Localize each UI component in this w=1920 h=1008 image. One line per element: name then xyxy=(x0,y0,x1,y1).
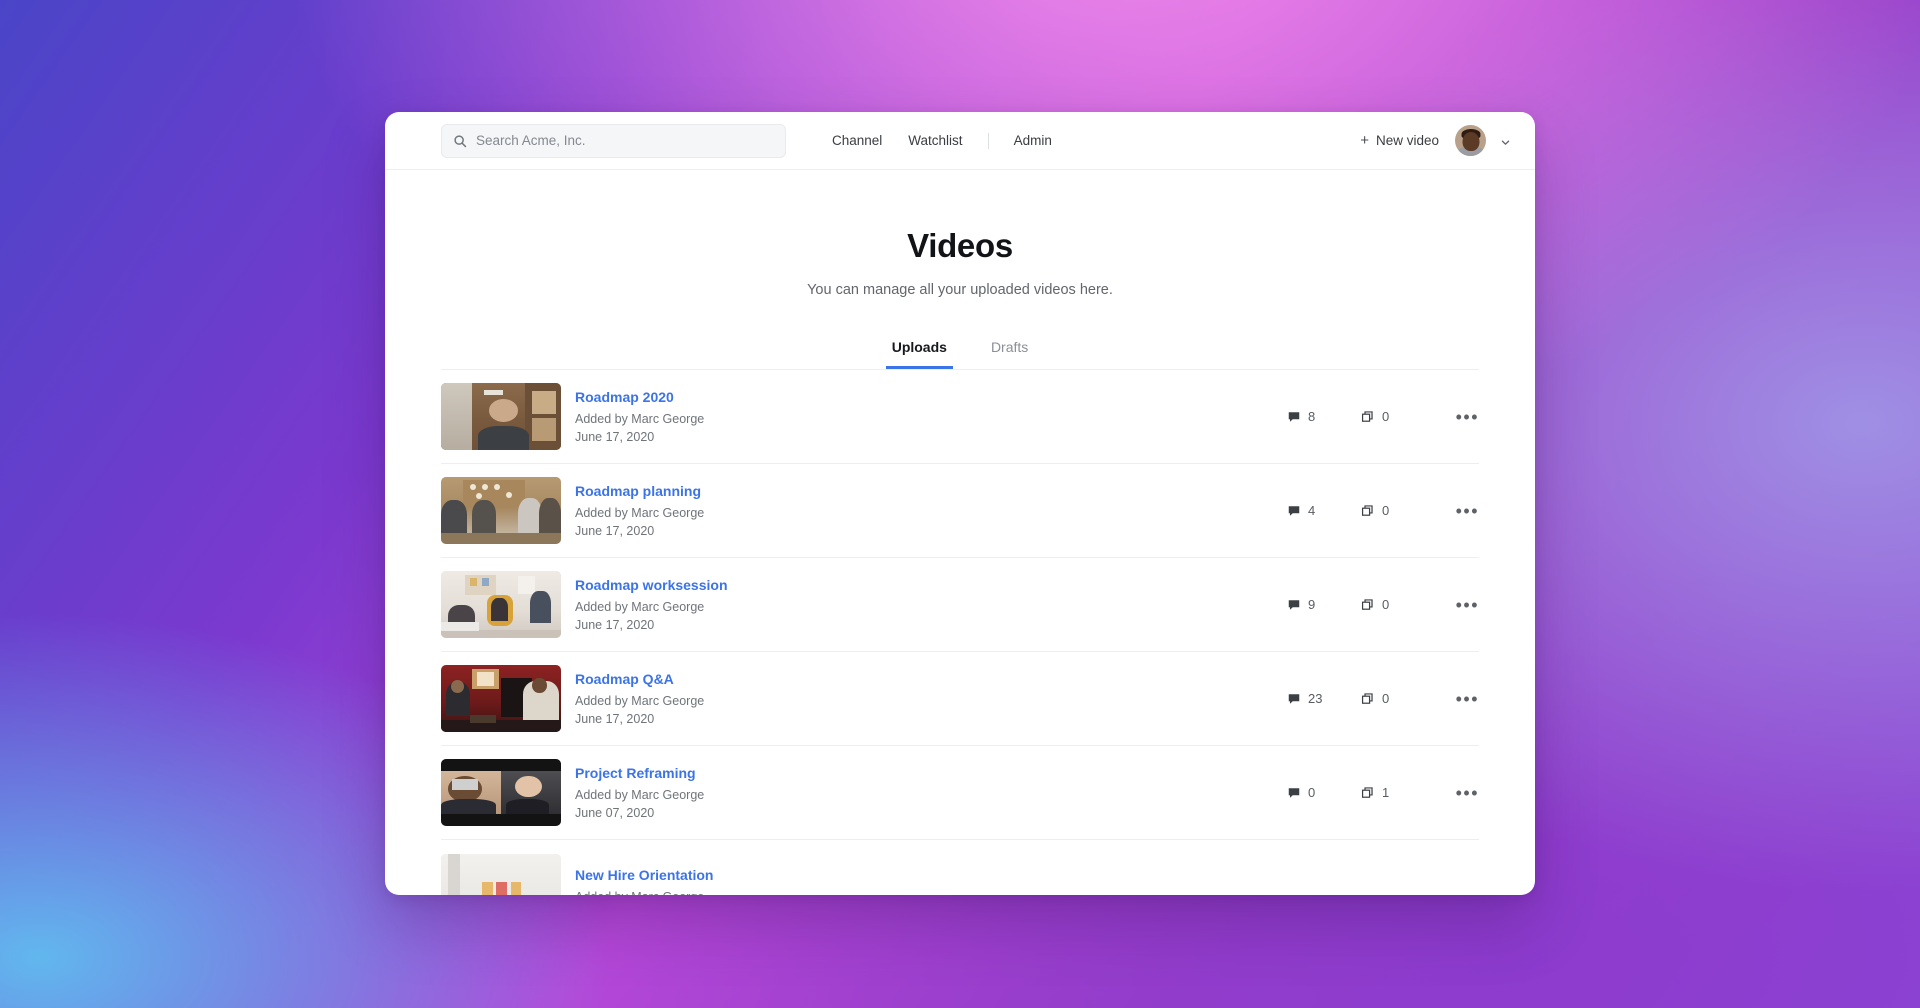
video-added-by: Added by Marc George xyxy=(575,694,705,708)
video-thumbnail[interactable] xyxy=(441,383,561,450)
copies-count: 0 xyxy=(1361,503,1435,518)
top-bar-right-group: + New video xyxy=(1358,125,1511,156)
copies-icon xyxy=(1361,504,1373,516)
video-meta: New Hire Orientation Added by Marc Georg… xyxy=(575,867,1287,896)
comment-count: 4 xyxy=(1287,503,1361,518)
copies-count-value: 0 xyxy=(1382,597,1390,612)
comment-count-value: 9 xyxy=(1308,597,1316,612)
comment-count: 9 xyxy=(1287,597,1361,612)
video-added-by: Added by Marc George xyxy=(575,412,705,426)
primary-nav: Channel Watchlist Admin xyxy=(819,127,1065,154)
row-more-menu-button[interactable]: ••• xyxy=(1435,408,1479,426)
video-added-by: Added by Marc George xyxy=(575,890,1287,896)
row-more-menu-button[interactable]: ••• xyxy=(1435,784,1479,802)
copies-count: 0 xyxy=(1361,597,1435,612)
new-video-button[interactable]: + New video xyxy=(1358,129,1441,152)
app-window: Channel Watchlist Admin + New video xyxy=(385,112,1535,895)
comment-count-value: 0 xyxy=(1308,785,1316,800)
video-date: June 17, 2020 xyxy=(575,524,655,538)
copies-icon xyxy=(1361,410,1373,422)
video-meta: Roadmap planning Added by Marc George Ju… xyxy=(575,483,1287,538)
table-row[interactable]: Roadmap planning Added by Marc George Ju… xyxy=(441,464,1479,558)
tab-bar: Uploads Drafts xyxy=(385,336,1535,369)
video-title-link[interactable]: New Hire Orientation xyxy=(575,867,713,883)
video-stats: 0 1 ••• xyxy=(1287,784,1479,802)
nav-item-watchlist[interactable]: Watchlist xyxy=(895,127,975,154)
video-thumbnail[interactable] xyxy=(441,571,561,638)
video-date: June 17, 2020 xyxy=(575,712,655,726)
copies-count-value: 0 xyxy=(1382,409,1390,424)
avatar-face xyxy=(1462,131,1479,151)
page-title: Videos xyxy=(907,227,1013,264)
avatar[interactable] xyxy=(1455,125,1486,156)
video-thumbnail[interactable] xyxy=(441,665,561,732)
video-date: June 07, 2020 xyxy=(575,806,655,820)
video-stats: 9 0 ••• xyxy=(1287,596,1479,614)
page-subtitle: You can manage all your uploaded videos … xyxy=(807,282,1113,298)
row-more-menu-button[interactable]: ••• xyxy=(1435,690,1479,708)
copies-icon xyxy=(1361,692,1373,704)
video-title-link[interactable]: Project Reframing xyxy=(575,765,696,781)
copies-count: 0 xyxy=(1361,409,1435,424)
copies-icon xyxy=(1361,598,1373,610)
video-added-by: Added by Marc George xyxy=(575,788,705,802)
row-more-menu-button[interactable]: ••• xyxy=(1435,502,1479,520)
copies-count: 1 xyxy=(1361,785,1435,800)
video-stats: 4 0 ••• xyxy=(1287,502,1479,520)
video-meta: Roadmap 2020 Added by Marc George June 1… xyxy=(575,389,1287,444)
video-added-by: Added by Marc George xyxy=(575,600,705,614)
tab-uploads[interactable]: Uploads xyxy=(885,336,953,369)
video-thumbnail[interactable] xyxy=(441,477,561,544)
search-icon xyxy=(453,134,467,148)
nav-item-channel[interactable]: Channel xyxy=(819,127,895,154)
video-meta: Roadmap worksession Added by Marc George… xyxy=(575,577,1287,632)
copies-count-value: 0 xyxy=(1382,691,1390,706)
copies-count: 0 xyxy=(1361,691,1435,706)
row-more-menu-button[interactable]: ••• xyxy=(1435,596,1479,614)
table-row[interactable]: Roadmap Q&A Added by Marc George June 17… xyxy=(441,652,1479,746)
chevron-down-icon[interactable] xyxy=(1500,135,1511,146)
comment-count: 0 xyxy=(1287,785,1361,800)
video-title-link[interactable]: Roadmap Q&A xyxy=(575,671,674,687)
video-title-link[interactable]: Roadmap planning xyxy=(575,483,701,499)
video-stats: 8 0 ••• xyxy=(1287,408,1479,426)
comment-icon xyxy=(1288,505,1300,516)
comment-icon xyxy=(1288,411,1300,422)
video-meta: Project Reframing Added by Marc George J… xyxy=(575,765,1287,820)
video-list: Roadmap 2020 Added by Marc George June 1… xyxy=(441,369,1479,895)
video-title-link[interactable]: Roadmap worksession xyxy=(575,577,728,593)
comment-icon xyxy=(1288,693,1300,704)
search-box[interactable] xyxy=(441,123,786,158)
comment-count: 8 xyxy=(1287,409,1361,424)
video-date: June 17, 2020 xyxy=(575,618,655,632)
table-row[interactable]: Roadmap worksession Added by Marc George… xyxy=(441,558,1479,652)
copies-count-value: 0 xyxy=(1382,503,1390,518)
new-video-label: New video xyxy=(1375,133,1439,148)
comment-count: 23 xyxy=(1287,691,1361,706)
video-meta: Roadmap Q&A Added by Marc George June 17… xyxy=(575,671,1287,726)
table-row[interactable]: Project Reframing Added by Marc George J… xyxy=(441,746,1479,840)
copies-icon xyxy=(1361,786,1373,798)
video-thumbnail[interactable] xyxy=(441,759,561,826)
video-added-by: Added by Marc George xyxy=(575,506,705,520)
search-input[interactable] xyxy=(476,124,785,157)
video-title-link[interactable]: Roadmap 2020 xyxy=(575,389,674,405)
top-navigation-bar: Channel Watchlist Admin + New video xyxy=(385,112,1535,170)
video-date: June 17, 2020 xyxy=(575,430,655,444)
table-row[interactable]: Roadmap 2020 Added by Marc George June 1… xyxy=(441,370,1479,464)
comment-count-value: 8 xyxy=(1308,409,1316,424)
copies-count-value: 1 xyxy=(1382,785,1390,800)
page-content: Videos You can manage all your uploaded … xyxy=(385,170,1535,895)
plus-icon: + xyxy=(1360,132,1369,149)
tab-drafts[interactable]: Drafts xyxy=(985,336,1034,369)
comment-icon xyxy=(1288,599,1300,610)
comment-icon xyxy=(1288,787,1300,798)
comment-count-value: 4 xyxy=(1308,503,1316,518)
comment-count-value: 23 xyxy=(1308,691,1323,706)
video-stats: 23 0 ••• xyxy=(1287,690,1479,708)
nav-item-admin[interactable]: Admin xyxy=(1001,127,1065,154)
nav-divider xyxy=(987,132,989,149)
table-row[interactable]: New Hire Orientation Added by Marc Georg… xyxy=(441,840,1479,895)
video-thumbnail[interactable] xyxy=(441,853,561,895)
